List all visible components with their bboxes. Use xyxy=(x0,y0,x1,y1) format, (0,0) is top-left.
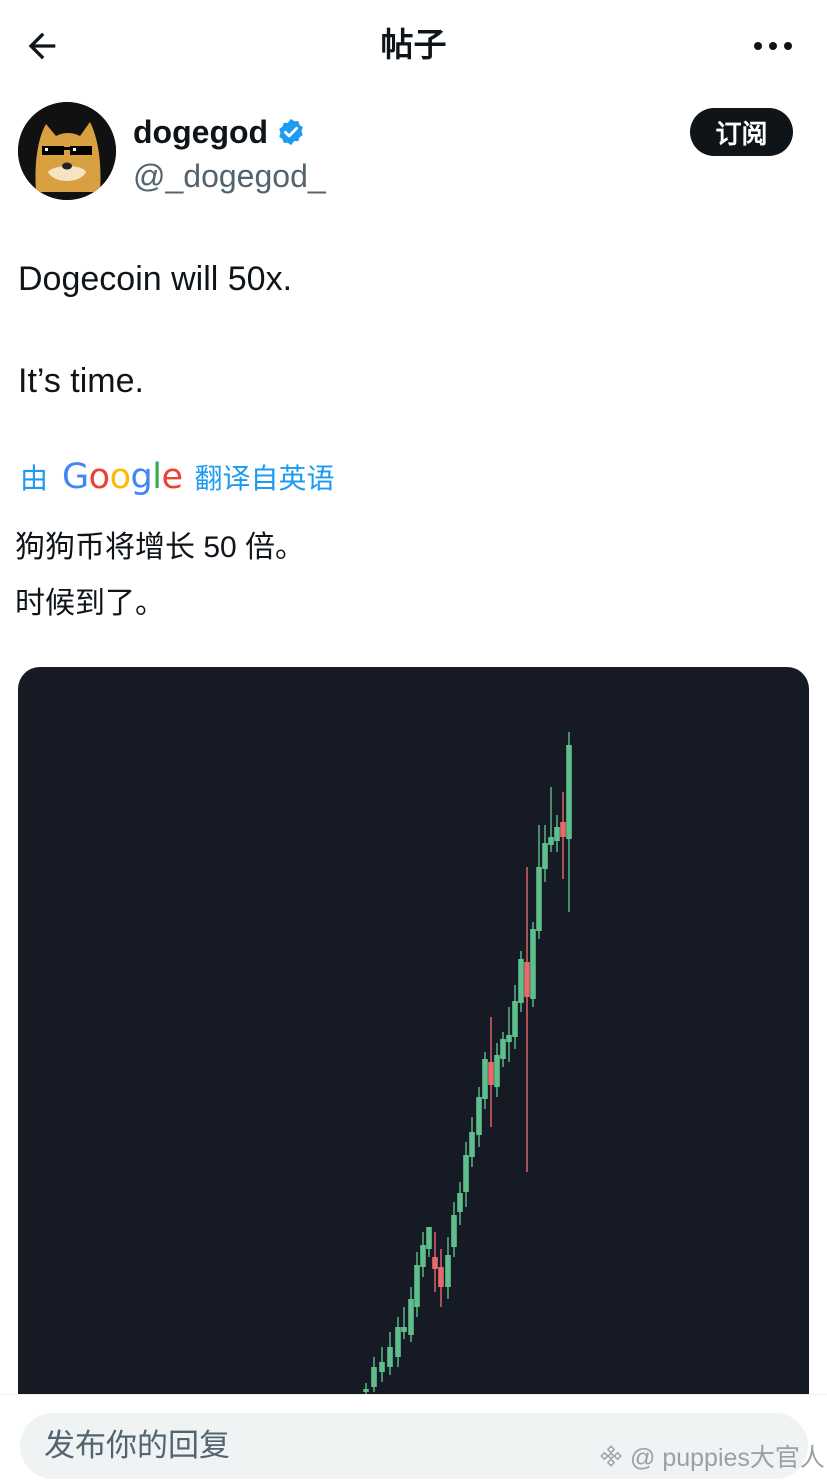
candle-body xyxy=(506,1035,512,1042)
candle-body xyxy=(379,1362,385,1372)
author-name-row[interactable]: dogegod xyxy=(133,110,306,154)
candle-body xyxy=(512,1001,518,1037)
doge-avatar-icon xyxy=(18,102,116,200)
candle-body xyxy=(488,1062,494,1085)
candle-body xyxy=(560,822,566,837)
candle-body xyxy=(566,745,572,839)
candle-body xyxy=(530,929,536,999)
watermark: @ puppies大官人 xyxy=(598,1438,825,1474)
candle-body xyxy=(387,1347,393,1367)
candle-body xyxy=(518,959,524,1003)
candlestick-chart-image xyxy=(363,732,572,1399)
tweet-text-line: Dogecoin will 50x. xyxy=(18,260,293,298)
candle-body xyxy=(414,1265,420,1307)
binance-logo-icon xyxy=(598,1443,624,1469)
candle-body xyxy=(395,1327,401,1357)
candle-body xyxy=(463,1155,469,1192)
top-bar: 帖子 xyxy=(0,0,827,90)
translated-text-line: 狗狗币将增长 50 倍。 xyxy=(15,531,306,564)
avatar[interactable] xyxy=(18,102,116,200)
candle-body xyxy=(363,1389,369,1392)
candle-body xyxy=(420,1245,426,1267)
candle-body xyxy=(426,1227,432,1249)
candle-body xyxy=(438,1267,444,1287)
translated-text-line: 时候到了。 xyxy=(15,587,165,620)
candle-body xyxy=(548,837,554,845)
translated-by-label: 由 xyxy=(20,463,49,494)
tweet-text-line: It’s time. xyxy=(18,362,144,400)
translated-from-label: 翻译自英语 xyxy=(194,463,335,494)
candle-body xyxy=(524,962,530,997)
candle-body xyxy=(554,827,560,841)
watermark-text: @ puppies大官人 xyxy=(630,1444,825,1472)
translation-attribution[interactable]: 由 Google 翻译自英语 xyxy=(20,455,335,499)
candle-body xyxy=(494,1055,500,1087)
candle-body xyxy=(432,1257,438,1269)
subscribe-button[interactable]: 订阅 xyxy=(690,108,793,156)
tweet-media-image[interactable] xyxy=(18,667,809,1427)
more-button[interactable] xyxy=(749,24,797,68)
candle-body xyxy=(371,1367,377,1387)
candle-body xyxy=(500,1039,506,1059)
candle-body xyxy=(542,843,548,869)
candle-body xyxy=(469,1132,475,1157)
candle-body xyxy=(476,1097,482,1135)
more-horizontal-icon xyxy=(754,42,792,50)
candle-body xyxy=(457,1193,463,1212)
page-title: 帖子 xyxy=(380,26,447,63)
candle-body xyxy=(451,1215,457,1247)
verified-badge-icon xyxy=(276,117,306,147)
google-logo: Google xyxy=(62,457,183,497)
candle-body xyxy=(536,867,542,931)
candle-body xyxy=(401,1327,407,1332)
candle-body xyxy=(482,1059,488,1099)
user-handle[interactable]: @_dogegod_ xyxy=(133,154,326,198)
display-name: dogegod xyxy=(133,114,269,150)
candle-body xyxy=(445,1255,451,1287)
candle-body xyxy=(408,1299,414,1335)
